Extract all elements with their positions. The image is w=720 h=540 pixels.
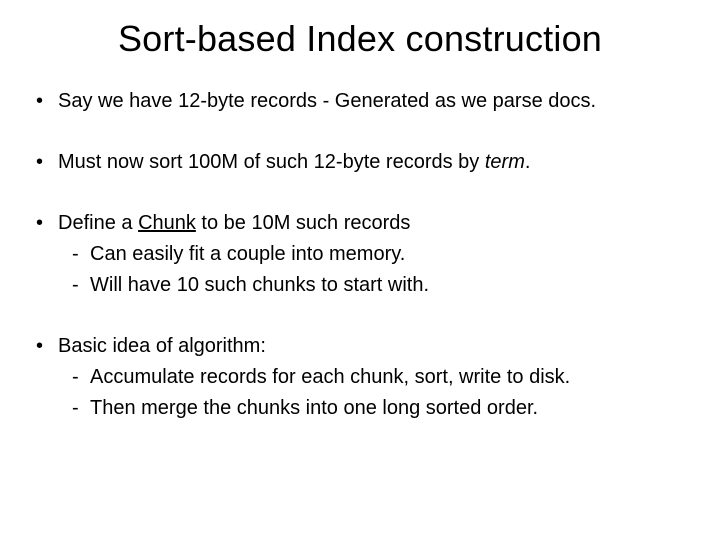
bullet-item: Basic idea of algorithm: Accumulate reco… [30,333,690,422]
bullet-item: Must now sort 100M of such 12-byte recor… [30,149,690,176]
bullet-text: to be 10M such records [196,212,411,234]
bullet-text: Define a [58,212,138,234]
bullet-text: Basic idea of algorithm: [58,335,266,357]
sub-text: Will have 10 such chunks to start with. [90,274,429,296]
slide-title: Sort-based Index construction [30,18,690,60]
bullet-text: Must now sort 100M of such 12-byte recor… [58,151,485,173]
sub-item: Then merge the chunks into one long sort… [58,395,690,422]
term-italic: term [485,151,525,173]
sub-text: Then merge the chunks into one long sort… [90,397,538,419]
sub-item: Will have 10 such chunks to start with. [58,272,690,299]
sub-item: Can easily fit a couple into memory. [58,241,690,268]
sub-list: Accumulate records for each chunk, sort,… [58,364,690,422]
bullet-item: Say we have 12-byte records - Generated … [30,88,690,115]
sub-text: Can easily fit a couple into memory. [90,243,405,265]
bullet-text: Say we have 12-byte records - Generated … [58,90,596,112]
bullet-item: Define a Chunk to be 10M such records Ca… [30,210,690,299]
sub-list: Can easily fit a couple into memory. Wil… [58,241,690,299]
bullet-text: . [525,151,531,173]
bullet-list: Say we have 12-byte records - Generated … [30,88,690,422]
chunk-underline: Chunk [138,212,196,234]
sub-text: Accumulate records for each chunk, sort,… [90,366,570,388]
slide: Sort-based Index construction Say we hav… [0,0,720,540]
sub-item: Accumulate records for each chunk, sort,… [58,364,690,391]
